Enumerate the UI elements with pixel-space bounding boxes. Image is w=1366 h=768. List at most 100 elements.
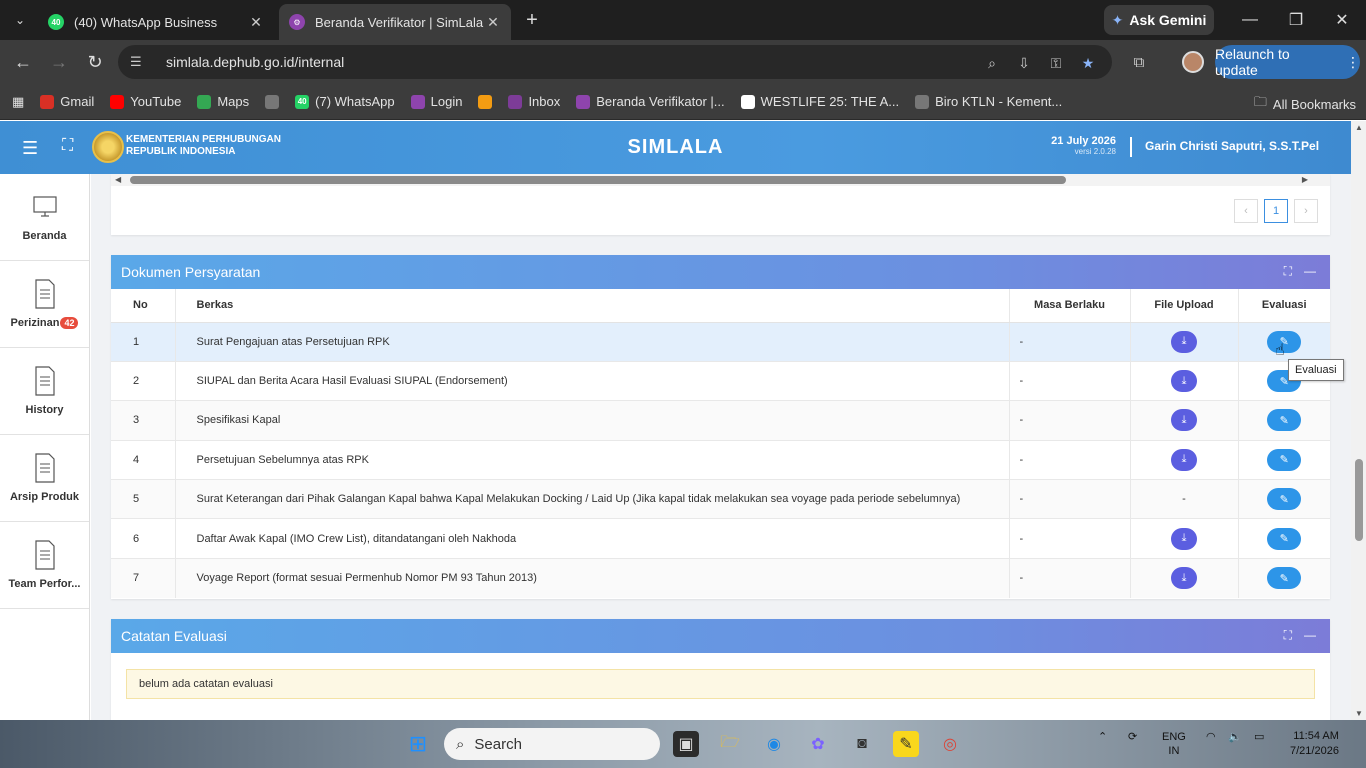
scroll-right-icon[interactable]: ▶ xyxy=(1302,175,1308,184)
tab-simlala[interactable]: ⚙ Beranda Verifikator | SimLala ✕ xyxy=(279,4,511,40)
cell-no: 3 xyxy=(111,400,176,441)
file-explorer-icon[interactable]: 🗁 xyxy=(717,731,743,757)
bookmark-label: Beranda Verifikator |... xyxy=(596,94,725,109)
close-window-button[interactable]: ✕ xyxy=(1330,8,1354,32)
wifi-icon[interactable]: ◠ xyxy=(1206,730,1216,744)
scroll-left-icon[interactable]: ◀ xyxy=(115,175,121,184)
address-bar[interactable]: ☰ simlala.dephub.go.id/internal ⌕ ⇩ ⚿ ★ xyxy=(118,45,1112,79)
install-app-icon[interactable]: ⇩ xyxy=(1014,53,1034,73)
download-button[interactable]: ⤓ xyxy=(1171,567,1197,590)
download-button[interactable]: ⤓ xyxy=(1171,448,1197,471)
url-text: simlala.dephub.go.id/internal xyxy=(166,54,345,70)
expand-icon[interactable]: ⛶ xyxy=(1284,628,1292,643)
back-button[interactable]: ← xyxy=(11,50,35,74)
battery-icon[interactable]: ▭ xyxy=(1254,730,1264,744)
maps-icon xyxy=(197,94,212,109)
scrollbar-thumb[interactable] xyxy=(130,176,1066,184)
scroll-up-icon[interactable]: ▲ xyxy=(1355,123,1363,132)
bookmark-item[interactable] xyxy=(257,94,287,109)
forward-button[interactable]: → xyxy=(47,50,71,74)
reload-button[interactable]: ↻ xyxy=(83,50,107,74)
extensions-puzzle-icon[interactable]: ⧉ xyxy=(1128,51,1150,73)
col-file-upload: File Upload xyxy=(1130,289,1239,323)
download-button[interactable]: ⤓ xyxy=(1171,330,1197,353)
gmail-icon xyxy=(40,94,55,109)
taskbar-search[interactable]: ⌕ Search xyxy=(444,728,660,760)
globe-icon xyxy=(915,94,930,109)
site-info-icon[interactable]: ☰ xyxy=(130,54,152,70)
edge-icon[interactable]: ◉ xyxy=(761,731,787,757)
tray-overflow-icon[interactable]: ⌃ xyxy=(1098,730,1107,744)
language-indicator[interactable]: ENG IN xyxy=(1162,730,1186,758)
bookmark-item[interactable]: Login xyxy=(403,94,471,109)
horizontal-scrollbar[interactable]: ◀ ▶ xyxy=(111,174,1330,186)
apps-grid-icon[interactable]: ▦ xyxy=(0,94,32,110)
all-bookmarks-button[interactable]: 🗀 All Bookmarks xyxy=(1254,93,1356,115)
tab-whatsapp[interactable]: 40 (40) WhatsApp Business ✕ xyxy=(38,4,274,40)
evaluasi-edit-button[interactable]: ✎ xyxy=(1267,448,1302,471)
sidebar-item-perizinan[interactable]: Perizinan 42 xyxy=(0,261,89,348)
close-tab-icon[interactable]: ✕ xyxy=(248,14,264,31)
cell-masa-berlaku: - xyxy=(1009,439,1131,480)
evaluasi-edit-button[interactable]: ✎ xyxy=(1267,527,1302,550)
bookmark-item[interactable] xyxy=(470,94,500,109)
sidebar-item-beranda[interactable]: Beranda xyxy=(0,174,89,261)
bookmark-item[interactable]: Biro KTLN - Kement... xyxy=(907,94,1070,109)
sync-icon[interactable]: ⟳ xyxy=(1128,730,1137,744)
scroll-down-icon[interactable]: ▼ xyxy=(1355,709,1363,718)
ask-gemini-button[interactable]: ✦ Ask Gemini xyxy=(1104,5,1214,35)
bookmark-star-icon[interactable]: ★ xyxy=(1078,53,1098,73)
sidebar-item-history[interactable]: History xyxy=(0,348,89,435)
chrome-icon[interactable]: ◎ xyxy=(937,731,963,757)
bookmark-item[interactable]: Maps xyxy=(189,94,257,109)
evaluasi-edit-button[interactable]: ✎ xyxy=(1267,409,1302,432)
restore-button[interactable]: ❐ xyxy=(1284,8,1308,32)
zoom-icon[interactable]: ⌕ xyxy=(982,53,1002,73)
collapse-icon[interactable]: — xyxy=(1304,264,1316,279)
download-button[interactable]: ⤓ xyxy=(1171,409,1197,432)
page-1-button[interactable]: 1 xyxy=(1264,199,1288,223)
evaluasi-edit-button[interactable]: ✎ xyxy=(1267,488,1302,511)
cell-masa-berlaku: - xyxy=(1009,321,1131,362)
tab-search-chevron-icon[interactable]: ⌄ xyxy=(6,6,34,34)
password-key-icon[interactable]: ⚿ xyxy=(1046,53,1066,73)
app-header: ☰ ⛶ KEMENTERIAN PERHUBUNGAN REPUBLIK IND… xyxy=(0,121,1351,174)
close-tab-icon[interactable]: ✕ xyxy=(485,14,501,31)
camera-icon[interactable]: ◙ xyxy=(849,731,875,757)
windows-start-icon[interactable]: ⊞ xyxy=(405,731,431,757)
relaunch-button[interactable]: Relaunch to update ⋮ xyxy=(1215,45,1360,79)
sidebar-item-label: Arsip Produk xyxy=(9,491,80,503)
profile-avatar[interactable] xyxy=(1182,51,1204,73)
task-view-icon[interactable]: ▣ xyxy=(673,731,699,757)
volume-icon[interactable]: 🔈 xyxy=(1228,730,1242,744)
next-page-button[interactable]: › xyxy=(1294,199,1318,223)
vertical-scrollbar[interactable]: ▲ ▼ xyxy=(1351,121,1366,720)
bookmark-item[interactable]: Gmail xyxy=(32,94,102,109)
sidebar-item-team-performance[interactable]: Team Perfor... xyxy=(0,522,89,609)
bookmark-item[interactable]: WESTLIFE 25: THE A... xyxy=(733,94,907,109)
bookmark-item[interactable]: YouTube xyxy=(102,94,189,109)
download-button[interactable]: ⤓ xyxy=(1171,370,1197,393)
bookmark-label: WESTLIFE 25: THE A... xyxy=(760,94,900,109)
evaluasi-edit-button[interactable]: ✎ xyxy=(1267,567,1302,590)
cell-no: 4 xyxy=(111,439,176,480)
vscroll-thumb[interactable] xyxy=(1355,459,1363,541)
sticky-notes-icon[interactable]: ✎ xyxy=(893,731,919,757)
cell-masa-berlaku: - xyxy=(1009,557,1131,598)
collapse-icon[interactable]: — xyxy=(1304,628,1316,643)
bookmark-item[interactable]: Beranda Verifikator |... xyxy=(568,94,732,109)
bookmark-item[interactable]: Inbox xyxy=(500,94,568,109)
more-menu-icon[interactable]: ⋮ xyxy=(1346,54,1360,71)
bookmark-item[interactable]: 40 (7) WhatsApp xyxy=(287,94,402,109)
sidebar-item-arsip-produk[interactable]: Arsip Produk xyxy=(0,435,89,522)
new-tab-button[interactable]: + xyxy=(520,8,544,32)
minimize-button[interactable]: — xyxy=(1238,8,1262,32)
download-button[interactable]: ⤓ xyxy=(1171,527,1197,550)
expand-icon[interactable]: ⛶ xyxy=(1284,264,1292,279)
date-version: 21 July 2026 versi 2.0.28 xyxy=(1051,135,1116,156)
copilot-icon[interactable]: ✿ xyxy=(805,731,831,757)
clock[interactable]: 11:54 AM 7/21/2026 xyxy=(1290,729,1339,759)
user-name[interactable]: Garin Christi Saputri, S.S.T.Pel xyxy=(1145,139,1319,153)
prev-page-button[interactable]: ‹ xyxy=(1234,199,1258,223)
sidebar-item-label: Team Perfor... xyxy=(8,578,81,590)
